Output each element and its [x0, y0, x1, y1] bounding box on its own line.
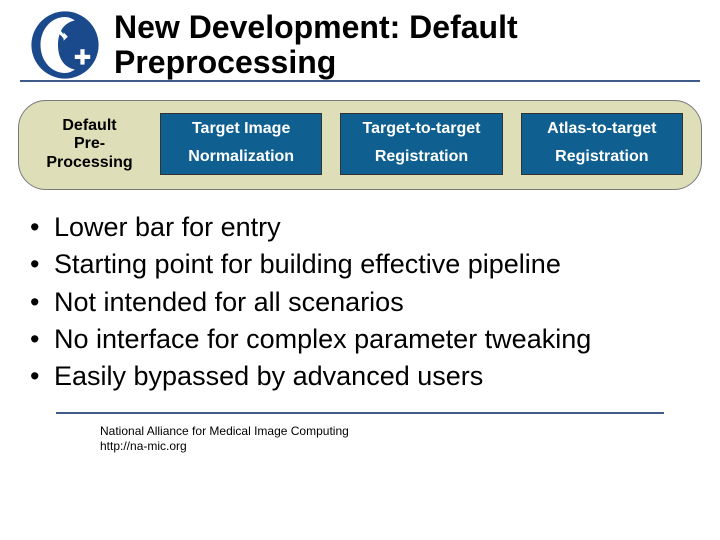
stage-bottom: Registration: [345, 148, 497, 166]
stage-top: Target-to-target: [345, 120, 497, 138]
bullet-list: Lower bar for entry Starting point for b…: [26, 210, 694, 393]
pipeline-label-line: Default: [62, 117, 116, 134]
header: New Development: Default Preprocessing: [20, 0, 700, 82]
footer: National Alliance for Medical Image Comp…: [100, 424, 720, 454]
bullet-item: Not intended for all scenarios: [26, 285, 694, 320]
pipeline-panel: Default Pre- Processing Target Image Nor…: [18, 100, 702, 190]
logo-icon: [30, 10, 100, 80]
footer-url: http://na-mic.org: [100, 439, 720, 454]
bullet-item: Easily bypassed by advanced users: [26, 359, 694, 394]
pipeline-stage: Target-to-target Registration: [340, 113, 502, 175]
bullet-item: Starting point for building effective pi…: [26, 247, 694, 282]
footer-rule: [56, 412, 664, 414]
pipeline-label-line: Processing: [46, 154, 132, 171]
stage-top: Target Image: [165, 120, 317, 138]
bullet-item: Lower bar for entry: [26, 210, 694, 245]
page-title: New Development: Default Preprocessing: [114, 10, 680, 80]
stage-bottom: Registration: [526, 148, 678, 166]
stage-top: Atlas-to-target: [526, 120, 678, 138]
stage-bottom: Normalization: [165, 148, 317, 166]
footer-org: National Alliance for Medical Image Comp…: [100, 424, 720, 439]
bullet-item: No interface for complex parameter tweak…: [26, 322, 694, 357]
pipeline-label: Default Pre- Processing: [37, 117, 142, 172]
pipeline-label-line: Pre-: [74, 135, 105, 152]
pipeline-stage: Target Image Normalization: [160, 113, 322, 175]
pipeline-stage: Atlas-to-target Registration: [521, 113, 683, 175]
slide: New Development: Default Preprocessing D…: [0, 0, 720, 540]
